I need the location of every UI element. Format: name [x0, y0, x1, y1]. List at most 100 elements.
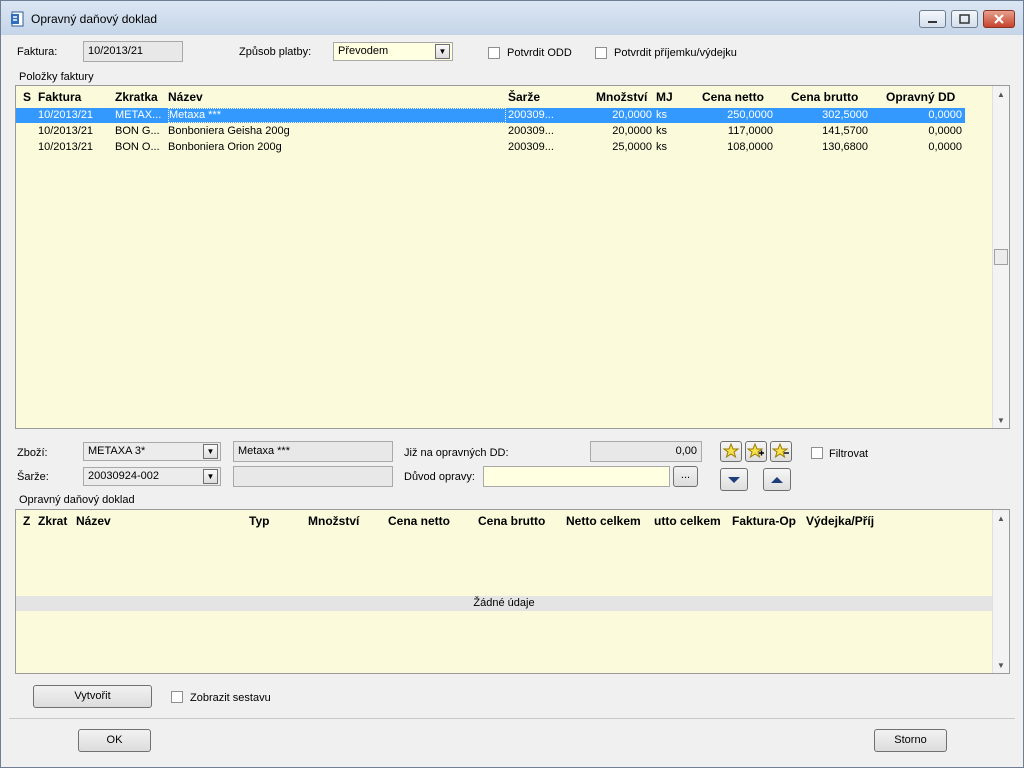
potvrdit-prijemku-label: Potvrdit příjemku/výdejku	[614, 47, 737, 59]
table-cell: 302,5000	[822, 109, 868, 121]
scroll-thumb[interactable]	[994, 249, 1008, 265]
table-cell: METAX...	[115, 109, 162, 121]
zbozi-value: METAXA 3*	[88, 445, 146, 457]
minimize-button[interactable]	[919, 10, 946, 28]
footer-divider	[9, 718, 1015, 719]
zobrazit-sestavu-checkbox[interactable]	[171, 691, 183, 703]
col-header-z[interactable]: Z	[23, 514, 30, 528]
zbozi-name-field[interactable]: Metaxa ***	[233, 441, 393, 462]
col-header-cena-netto[interactable]: Cena netto	[702, 90, 764, 104]
arrow-up-icon	[771, 477, 783, 483]
col-header-zkratka[interactable]: Zkratka	[115, 90, 158, 104]
star-button[interactable]	[720, 441, 742, 462]
col-header-zkrat[interactable]: Zkrat	[38, 514, 67, 528]
sarze-label: Šarže:	[17, 471, 49, 483]
col-header-sarze[interactable]: Šarže	[508, 90, 540, 104]
potvrdit-odd-label: Potvrdit ODD	[507, 47, 572, 59]
maximize-button[interactable]	[951, 10, 978, 28]
table-cell: ks	[656, 141, 667, 153]
scroll-up-icon[interactable]: ▲	[997, 90, 1005, 99]
ellipsis-button[interactable]: ...	[673, 466, 698, 487]
col-header-cena-brutto[interactable]: Cena brutto	[791, 90, 858, 104]
sarze-select[interactable]: 20030924-002 ▼	[83, 467, 221, 486]
scroll-up-icon[interactable]: ▲	[997, 514, 1005, 523]
chevron-down-icon[interactable]: ▼	[203, 469, 218, 484]
scroll-down-icon[interactable]: ▼	[997, 661, 1005, 670]
window-title: Opravný daňový doklad	[31, 12, 158, 26]
polozky-group-label: Položky faktury	[19, 71, 94, 83]
scroll-down-icon[interactable]: ▼	[997, 416, 1005, 425]
col-header-faktura-op[interactable]: Faktura-Op	[732, 514, 796, 528]
col-header-s[interactable]: S	[23, 90, 31, 104]
zpusob-platby-select[interactable]: Převodem ▼	[333, 42, 453, 61]
table-cell: Bonboniera Geisha 200g	[168, 125, 290, 137]
col-header-netto-celkem[interactable]: Netto celkem	[566, 514, 641, 528]
potvrdit-prijemku-checkbox[interactable]	[595, 47, 607, 59]
col-header-mj[interactable]: MJ	[656, 90, 673, 104]
table-cell: 200309...	[508, 125, 554, 137]
col-header-cena-brutto2[interactable]: Cena brutto	[478, 514, 545, 528]
col-header-typ[interactable]: Typ	[249, 514, 269, 528]
table-cell: Metaxa ***	[168, 108, 506, 123]
table-cell: ks	[656, 125, 667, 137]
col-header-cena-netto2[interactable]: Cena netto	[388, 514, 450, 528]
table-cell: 108,0000	[727, 141, 773, 153]
table-cell: BON G...	[115, 125, 160, 137]
star-icon	[722, 442, 740, 459]
opravny-group-label: Opravný daňový doklad	[19, 494, 135, 506]
table-row[interactable]: 10/2013/21 METAX... Metaxa *** 200309... 20,…	[16, 108, 965, 123]
polozky-scrollbar[interactable]: ▲ ▼	[992, 86, 1009, 428]
vytvorit-button[interactable]: Vytvořit	[33, 685, 152, 708]
ok-button[interactable]: OK	[78, 729, 151, 752]
move-down-button[interactable]	[720, 468, 748, 491]
faktura-label: Faktura:	[17, 46, 58, 58]
star-plus-icon	[746, 442, 764, 459]
jiz-field[interactable]: 0,00	[590, 441, 702, 462]
filtrovat-checkbox[interactable]	[811, 447, 823, 459]
col-header-faktura[interactable]: Faktura	[38, 90, 81, 104]
table-row[interactable]: 10/2013/21 BON G... Bonboniera Geisha 200g…	[16, 124, 965, 139]
minimize-icon	[928, 21, 937, 23]
table-cell: Bonboniera Orion 200g	[168, 141, 282, 153]
potvrdit-odd-checkbox[interactable]	[488, 47, 500, 59]
title-bar[interactable]: Opravný daňový doklad	[1, 1, 1023, 35]
star-remove-button[interactable]	[770, 441, 792, 462]
table-cell: 200309...	[508, 141, 554, 153]
table-cell	[23, 140, 35, 155]
duvod-input[interactable]	[483, 466, 670, 487]
star-minus-icon	[771, 442, 789, 459]
zbozi-select[interactable]: METAXA 3* ▼	[83, 442, 221, 461]
chevron-down-icon[interactable]: ▼	[435, 44, 450, 59]
opravny-grid[interactable]: Z Zkrat Název Typ Množství Cena netto Ce…	[15, 509, 1010, 674]
sarze-extra-field[interactable]	[233, 466, 393, 487]
chevron-down-icon[interactable]: ▼	[203, 444, 218, 459]
col-header-mnozstvi2[interactable]: Množství	[308, 514, 359, 528]
table-cell: ks	[656, 109, 667, 121]
table-cell: 130,6800	[822, 141, 868, 153]
dialog-client: Faktura: 10/2013/21 Způsob platby: Převo…	[9, 35, 1015, 761]
col-header-nazev2[interactable]: Název	[76, 514, 111, 528]
star-add-button[interactable]	[745, 441, 767, 462]
table-cell: 141,5700	[822, 125, 868, 137]
col-header-mnozstvi[interactable]: Množství	[596, 90, 647, 104]
table-cell: 0,0000	[928, 109, 962, 121]
table-row[interactable]: 10/2013/21 BON O... Bonboniera Orion 200g 2…	[16, 140, 965, 155]
table-cell: 10/2013/21	[38, 125, 94, 137]
col-header-brutto-celkem[interactable]: utto celkem	[654, 514, 721, 528]
empty-message: Žádné údaje	[16, 596, 992, 611]
move-up-button[interactable]	[763, 468, 791, 491]
close-button[interactable]	[983, 10, 1015, 28]
col-header-vydejka[interactable]: Výdejka/Příj	[806, 514, 886, 528]
zpusob-platby-label: Způsob platby:	[239, 46, 312, 58]
polozky-grid[interactable]: S Faktura Zkratka Název Šarže Množství M…	[15, 85, 1010, 429]
opravny-scrollbar[interactable]: ▲ ▼	[992, 510, 1009, 673]
document-icon	[11, 11, 24, 27]
col-header-nazev[interactable]: Název	[168, 90, 203, 104]
duvod-label: Důvod opravy:	[404, 471, 475, 483]
table-cell	[23, 108, 35, 123]
faktura-field[interactable]: 10/2013/21	[83, 41, 183, 62]
storno-button[interactable]: Storno	[874, 729, 947, 752]
col-header-opravny-dd[interactable]: Opravný DD	[886, 90, 955, 104]
table-cell	[23, 124, 35, 139]
table-cell: 10/2013/21	[38, 141, 94, 153]
